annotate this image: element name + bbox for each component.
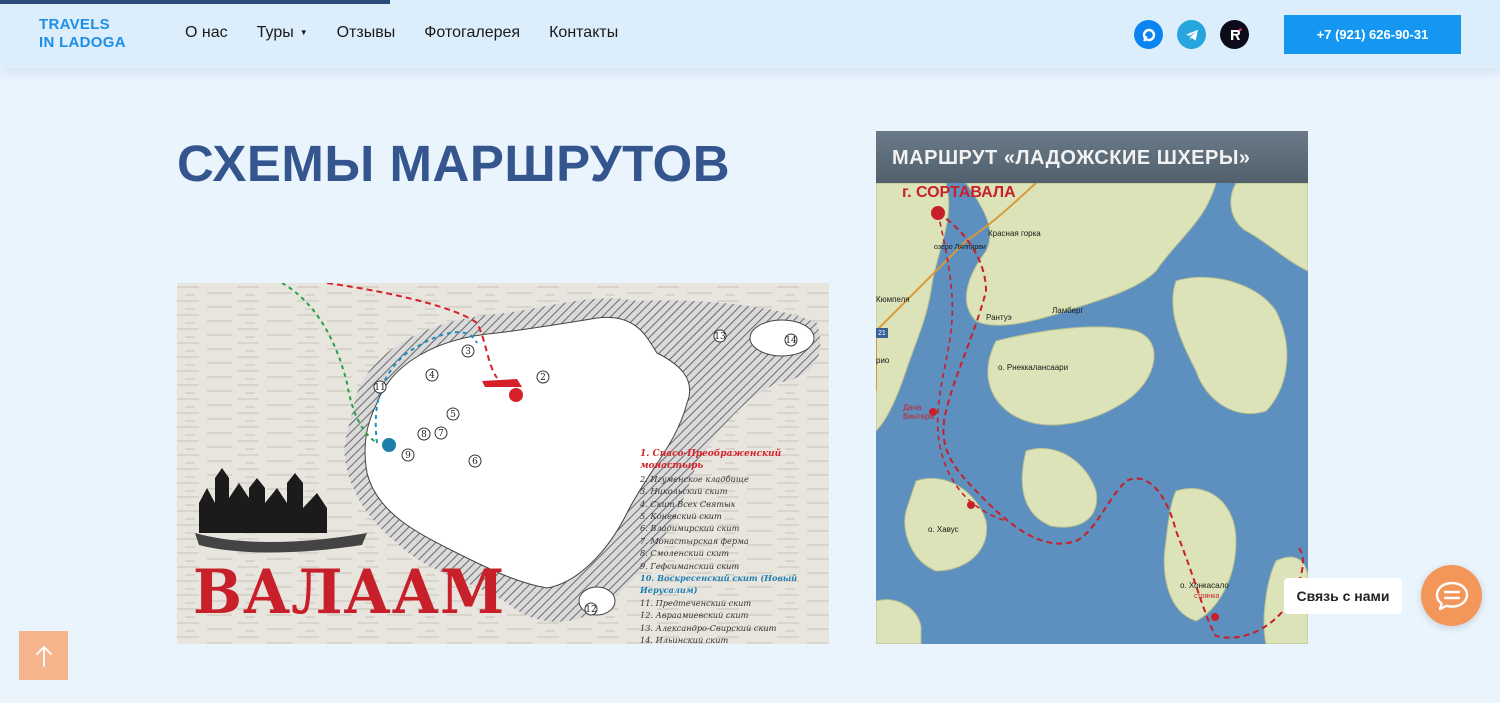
contact-us-label[interactable]: Связь с нами (1284, 578, 1402, 614)
rutube-icon[interactable] (1220, 20, 1249, 49)
svg-text:11: 11 (374, 383, 385, 393)
svg-text:6: 6 (472, 457, 478, 467)
shkhery-map-graphic (876, 131, 1308, 644)
svg-text:9: 9 (405, 451, 411, 461)
shkhery-map-title: МАРШРУТ «ЛАДОЖСКИЕ ШХЕРЫ» (892, 147, 1251, 169)
valaam-legend: 1. Спасо-Преображенский монастырь 2. Игу… (640, 448, 829, 644)
svg-text:7: 7 (438, 429, 444, 439)
legend-item: 1. Спасо-Преображенский монастырь (640, 449, 782, 472)
chat-button[interactable] (1421, 565, 1482, 626)
legend-item: 12. Авраамиевский скит (640, 610, 749, 621)
svg-text:4: 4 (429, 371, 435, 381)
map-label: Винтера (903, 412, 935, 421)
valaam-route-map[interactable]: 2 3 4 5 6 7 8 9 11 12 13 14 ВАЛААМ 1. Сп… (177, 283, 829, 644)
legend-item: 13. Александро-Свирский скит (640, 622, 777, 633)
legend-item: 10. Воскресенский скит (Новый Иерусалим) (640, 573, 798, 596)
legend-item: 11. Предтеченский скит (640, 597, 752, 608)
map-label: о. Хавус (928, 525, 959, 534)
svg-text:12: 12 (585, 605, 596, 615)
nav-item-gallery[interactable]: Фотогалерея (424, 24, 520, 42)
legend-item: 8. Смоленский скит (640, 548, 729, 559)
svg-text:13: 13 (714, 332, 726, 342)
page-title: СХЕМЫ МАРШРУТОВ (177, 135, 731, 192)
telegram-icon[interactable] (1177, 20, 1206, 49)
nav-item-tours[interactable]: Туры ▼ (257, 24, 308, 42)
nav-item-reviews[interactable]: Отзывы (337, 24, 396, 42)
map-label: Кюмпеля (876, 295, 910, 304)
phone-button[interactable]: +7 (921) 626-90-31 (1284, 15, 1461, 54)
valaam-map-name: ВАЛААМ (193, 556, 506, 628)
svg-text:8: 8 (421, 430, 427, 440)
legend-item: 7. Монастырская ферма (640, 535, 749, 546)
svg-text:3: 3 (465, 347, 471, 357)
svg-text:14: 14 (785, 336, 797, 346)
map-label-dacha: Дача Винтера (903, 403, 934, 421)
map-label: Рантуэ (986, 313, 1012, 322)
map-label: стоянка (1194, 593, 1220, 600)
arrow-up-icon (35, 645, 52, 667)
main-nav: О нас Туры ▼ Отзывы Фотогалерея Контакты (185, 24, 647, 42)
svg-text:5: 5 (450, 410, 456, 420)
logo[interactable]: TRAVELS IN LADOGA (39, 16, 126, 52)
header-accent-line (0, 0, 390, 4)
svg-text:2: 2 (540, 373, 546, 383)
map-label: рио (876, 356, 890, 365)
legend-item: 14. Ильинский скит (640, 635, 729, 644)
chat-bubble-icon (1435, 581, 1468, 610)
map-label: Ламберг (1052, 306, 1084, 315)
shkhery-route-map[interactable]: МАРШРУТ «ЛАДОЖСКИЕ ШХЕРЫ» г. СОРТАВАЛА К… (876, 131, 1308, 644)
scroll-to-top-button[interactable] (19, 631, 68, 680)
caret-down-icon: ▼ (299, 28, 308, 38)
legend-item: 9. Гефсиманский скит (640, 560, 740, 571)
legend-item: 6. Владимирский скит (640, 523, 740, 534)
legend-item: 3. Никольский скит (640, 486, 728, 497)
legend-item: 5. Коневский скит (640, 511, 722, 522)
legend-item: 2. Игуменское кладбище (640, 473, 749, 484)
logo-line-1: TRAVELS (39, 16, 110, 33)
shkhery-city-label: г. СОРТАВАЛА (902, 184, 1016, 201)
legend-item: 4. Скит Всех Святых (640, 498, 736, 509)
map-label: о. Рнеккалансаари (998, 363, 1069, 372)
map-label: 21 (878, 330, 886, 337)
map-label: Дача (903, 403, 922, 412)
map-label: о. Хонкасало (1180, 581, 1229, 590)
logo-line-2: IN LADOGA (39, 34, 126, 51)
map-label: Красная горка (988, 229, 1041, 238)
max-icon[interactable] (1134, 20, 1163, 49)
shkhery-title-bar: МАРШРУТ «ЛАДОЖСКИЕ ШХЕРЫ» (876, 131, 1308, 183)
nav-item-contacts[interactable]: Контакты (549, 24, 618, 42)
site-header: TRAVELS IN LADOGA О нас Туры ▼ Отзывы Фот… (0, 0, 1500, 68)
map-label: озеро Ляппярви (934, 244, 986, 251)
nav-item-about[interactable]: О нас (185, 24, 228, 42)
nav-item-tours-label: Туры (256, 24, 294, 41)
